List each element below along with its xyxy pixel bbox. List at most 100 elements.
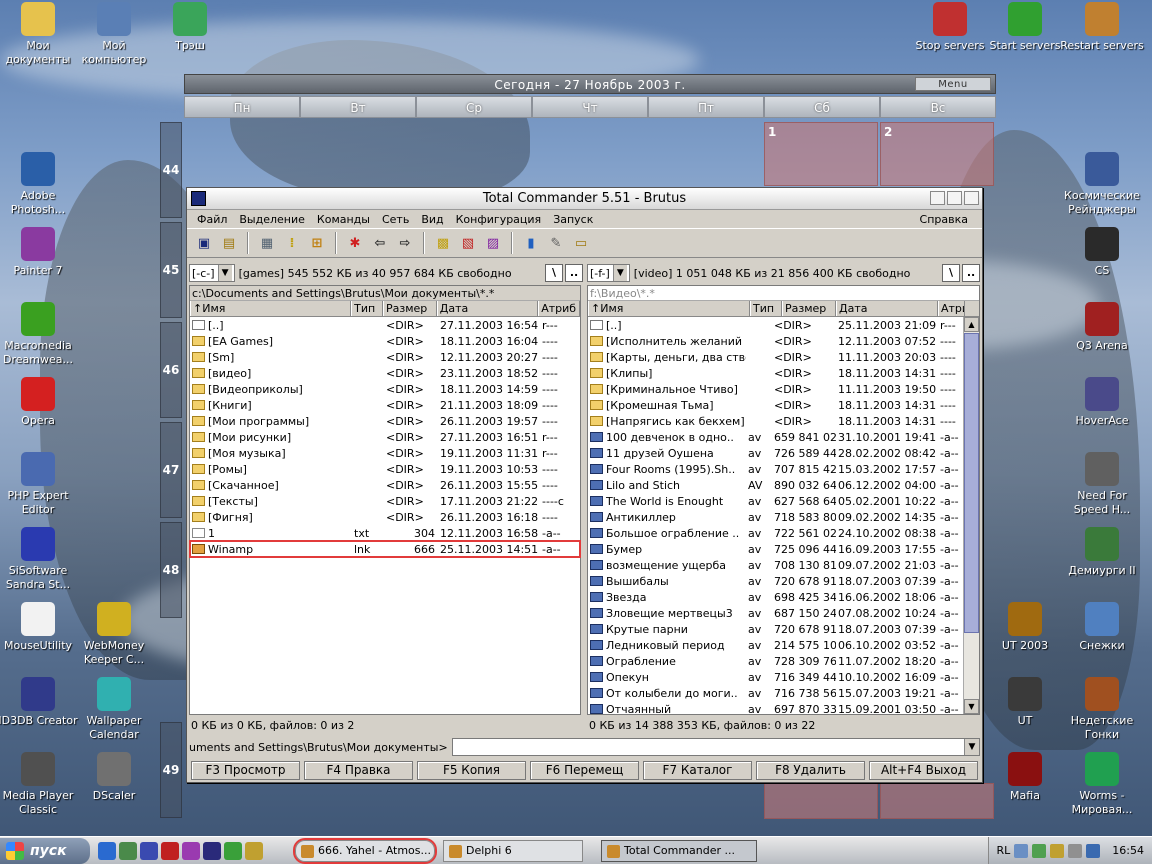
column-attr[interactable]: Атриб	[538, 301, 580, 316]
desktop-icon[interactable]: PHP Expert Editor	[0, 452, 80, 517]
menu-item[interactable]: Конфигурация	[450, 213, 548, 226]
file-row[interactable]: возмещение ущерба av 708 130 81609.07.2002…	[588, 557, 964, 573]
fkey-button[interactable]: F8 Удалить	[756, 761, 865, 780]
view-icon[interactable]: ▤	[218, 232, 240, 254]
menu-item[interactable]: Выделение	[233, 213, 311, 226]
file-row[interactable]: Большое ограбление .. av 722 561 02424.10.…	[588, 525, 964, 541]
file-row[interactable]: The World is Enought av 627 568 64005.02.2…	[588, 493, 964, 509]
maximize-button[interactable]	[947, 191, 962, 205]
desktop-icon[interactable]: Media Player Classic	[0, 752, 80, 817]
desktop-icon[interactable]: Restart servers	[1060, 2, 1144, 53]
fkey-button[interactable]: F7 Каталог	[643, 761, 752, 780]
window-title-bar[interactable]: Total Commander 5.51 - Brutus	[187, 188, 982, 210]
desktop-icon[interactable]: Недетские Гонки	[1060, 677, 1144, 742]
right-file-panel[interactable]: f:\Видео\*.* ↑Имя Тип Размер Дата Атриб …	[587, 285, 980, 715]
file-row[interactable]: Four Rooms (1995).Sh.. av 707 815 42415.03…	[588, 461, 964, 477]
file-row[interactable]: Вышибалы av 720 678 91218.07.2003 07:39-a-…	[588, 573, 964, 589]
taskbar-task[interactable]: 666. Yahel - Atmos...	[293, 837, 437, 864]
fkey-button[interactable]: F6 Перемещ	[530, 761, 639, 780]
file-row[interactable]: [Скачанное] <DIR> 26.11.2003 15:55 ----	[190, 477, 580, 493]
desktop-icon[interactable]: Космические Рейнджеры	[1060, 152, 1144, 217]
language-indicator[interactable]: RL	[997, 844, 1011, 857]
tray-app-icon[interactable]	[1050, 843, 1065, 858]
back-arrow-icon[interactable]: ⇦	[369, 232, 391, 254]
file-row[interactable]: [Фигня] <DIR> 26.11.2003 16:18 ----	[190, 509, 580, 525]
file-row[interactable]: 100 девченок в одно.. av 659 841 02431.10.…	[588, 429, 964, 445]
desktop-icon[interactable]: Start servers	[983, 2, 1067, 53]
column-date[interactable]: Дата	[836, 301, 938, 316]
menu-item[interactable]: Запуск	[547, 213, 599, 226]
calendar-cell-sunday[interactable]: 2	[880, 122, 994, 186]
desktop-icon[interactable]: UT 2003	[983, 602, 1067, 653]
select-asterisk-icon[interactable]: ✱	[344, 232, 366, 254]
desktop-icon[interactable]: DScaler	[72, 752, 156, 803]
desktop-icon[interactable]: Stop servers	[908, 2, 992, 53]
file-row[interactable]: Lilo and Stich AV 890 032 64006.12.2002 04…	[588, 477, 964, 493]
desktop-icon[interactable]: Wallpaper Calendar	[72, 677, 156, 742]
right-drive-select[interactable]: [-f-] ▼	[587, 264, 630, 282]
tray-app-icon[interactable]	[1032, 843, 1047, 858]
file-row[interactable]: [..] <DIR> 27.11.2003 16:54 r---	[190, 317, 580, 333]
menu-item[interactable]: Сеть	[376, 213, 415, 226]
desktop-icon[interactable]: Mafia	[983, 752, 1067, 803]
file-row[interactable]: [Карты, деньги, два ствола] <DIR> 11.11.20…	[588, 349, 964, 365]
desktop-icon[interactable]: Q3 Arena	[1060, 302, 1144, 353]
file-row[interactable]: [Криминальное Чтиво] <DIR> 11.11.2003 19:5…	[588, 381, 964, 397]
right-up-button[interactable]: ..	[962, 264, 980, 282]
network-icon[interactable]	[1014, 843, 1029, 858]
ie-icon[interactable]	[98, 841, 116, 860]
file-row[interactable]: Антикиллер av 718 583 80809.02.2002 14:35-…	[588, 509, 964, 525]
desktop-icon[interactable]: Мой компьютер	[72, 2, 156, 67]
command-input[interactable]: ▼	[451, 738, 980, 756]
scroll-thumb[interactable]	[964, 333, 979, 633]
left-drive-select[interactable]: [-c-] ▼	[189, 264, 235, 282]
edit-icon[interactable]: ✎	[545, 232, 567, 254]
refresh-icon[interactable]: ▣	[193, 232, 215, 254]
bolt-icon[interactable]	[245, 841, 263, 860]
desktop-icon[interactable]: WebMoney Keeper C...	[72, 602, 156, 667]
desktop-icon[interactable]: HoverAce	[1060, 377, 1144, 428]
desktop-icon[interactable]: Worms - Мировая...	[1060, 752, 1144, 817]
desktop-icon[interactable]: Macromedia Dreamwea...	[0, 302, 80, 367]
desktop-icon[interactable]: Трэш	[148, 2, 232, 53]
clock[interactable]: 16:54	[1112, 844, 1144, 857]
column-size[interactable]: Размер	[383, 301, 437, 316]
column-name[interactable]: ↑Имя	[190, 301, 352, 316]
right-scrollbar[interactable]: ▲ ▼	[963, 317, 979, 714]
file-row[interactable]: От колыбели до моги.. av 716 738 56015.07.…	[588, 685, 964, 701]
file-row[interactable]: [Клипы] <DIR> 18.11.2003 14:31 ----	[588, 365, 964, 381]
file-row[interactable]: [..] <DIR> 25.11.2003 21:09 r---	[588, 317, 964, 333]
fkey-button[interactable]: F5 Копия	[417, 761, 526, 780]
file-row[interactable]: Опекун av 716 349 44010.10.2002 16:09-a--	[588, 669, 964, 685]
column-type[interactable]: Тип	[750, 301, 782, 316]
file-row[interactable]: Крутые парни av 720 678 91218.07.2003 07:3…	[588, 621, 964, 637]
left-file-panel[interactable]: c:\Documents and Settings\Brutus\Мои док…	[189, 285, 581, 715]
desktop-icon[interactable]: Opera	[0, 377, 80, 428]
fkey-button[interactable]: F3 Просмотр	[191, 761, 300, 780]
menu-item[interactable]: Вид	[415, 213, 449, 226]
ftp-icon[interactable]: ▭	[570, 232, 592, 254]
desktop-icon[interactable]: Мои документы	[0, 2, 80, 67]
clover-icon[interactable]	[224, 841, 242, 860]
file-row[interactable]: Отчаянный av 697 870 33615.09.2001 03:50-a…	[588, 701, 964, 715]
file-row[interactable]: Бумер av 725 096 44816.09.2003 17:55-a--	[588, 541, 964, 557]
app-icon[interactable]	[140, 841, 158, 860]
file-row[interactable]: [Книги] <DIR> 21.11.2003 18:09 ----	[190, 397, 580, 413]
scroll-down-icon[interactable]: ▼	[964, 699, 979, 714]
file-row[interactable]: [видео] <DIR> 23.11.2003 18:52 ----	[190, 365, 580, 381]
scroll-up-icon[interactable]: ▲	[964, 317, 979, 332]
menu-item[interactable]: Команды	[311, 213, 376, 226]
fkey-button[interactable]: Alt+F4 Выход	[869, 761, 978, 780]
notepad-icon[interactable]: ▮	[520, 232, 542, 254]
column-attr[interactable]: Атриб	[938, 301, 965, 316]
file-row[interactable]: [Исполнитель желаний I и II] <DIR> 12.11.2…	[588, 333, 964, 349]
chevron-down-icon[interactable]: ▼	[964, 739, 979, 755]
calendar-cell-saturday[interactable]: 1	[764, 122, 878, 186]
menu-item-help[interactable]: Справка	[914, 213, 974, 226]
calendar-menu-button[interactable]: Menu	[915, 77, 991, 91]
close-button[interactable]	[964, 191, 979, 205]
file-row[interactable]: Ледниковый период av 214 575 10406.10.2002…	[588, 637, 964, 653]
file-row[interactable]: [Моя музыка] <DIR> 19.11.2003 11:31 r---	[190, 445, 580, 461]
pack-icon[interactable]: ▩	[432, 232, 454, 254]
desktop-icon[interactable]: Adobe Photosh...	[0, 152, 80, 217]
